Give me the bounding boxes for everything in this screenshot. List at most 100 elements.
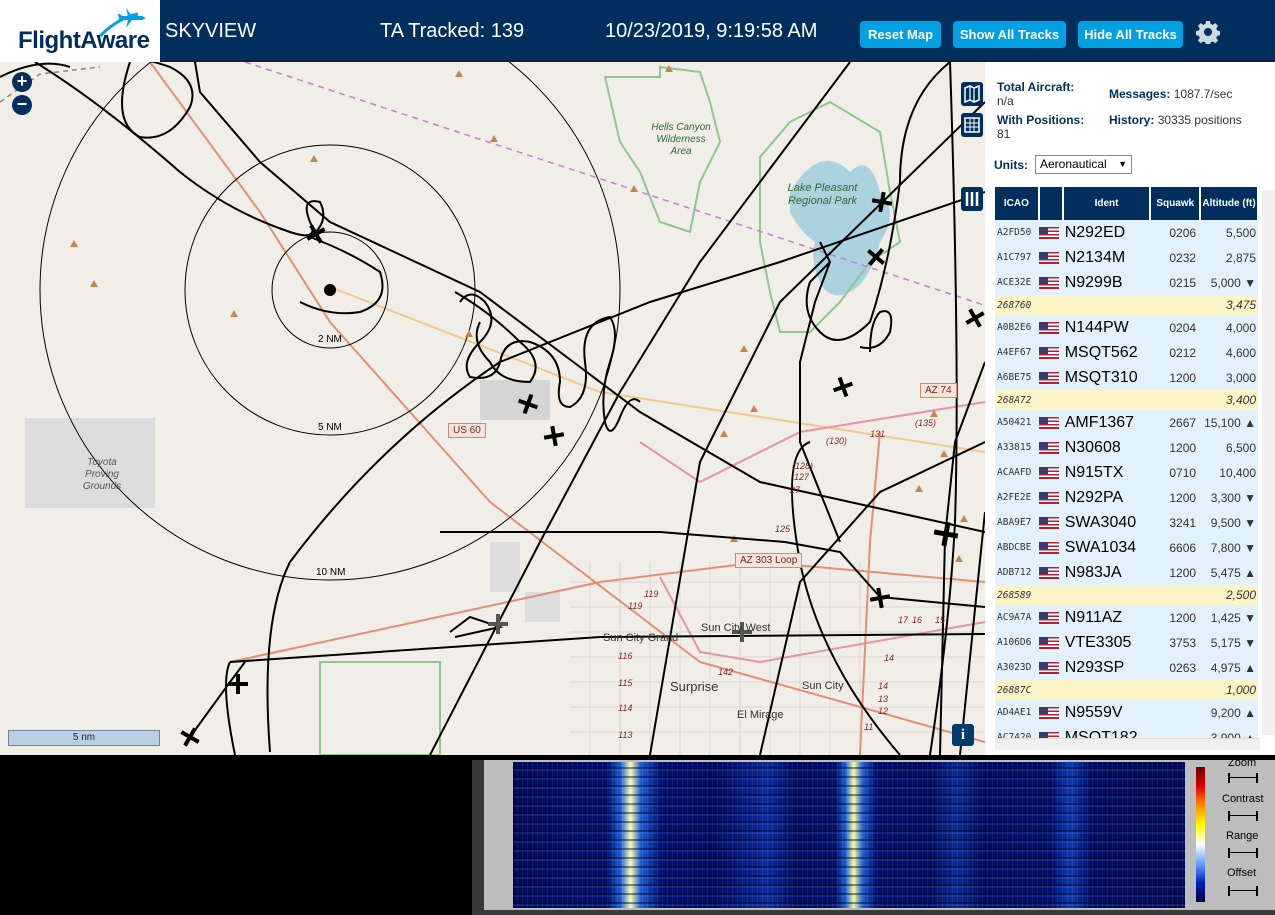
exit-number: 114: [618, 703, 633, 713]
reset-map-button[interactable]: Reset Map: [860, 21, 941, 48]
flag-cell: [1038, 270, 1063, 295]
ta-tracked-count: TA Tracked: 139: [380, 20, 525, 42]
altitude-cell: 7,800 ▼: [1200, 535, 1258, 560]
info-button[interactable]: i: [952, 724, 974, 746]
table-row[interactable]: ACAAFD N915TX 0710 10,400: [995, 460, 1258, 485]
squawk-cell: 0232: [1150, 245, 1201, 270]
table-row[interactable]: A50421 AMF1367 2667 15,100 ▲: [995, 410, 1258, 435]
history-value: 30335 positions: [1157, 113, 1242, 127]
table-row[interactable]: A0B2E6 N144PW 0204 4,000: [995, 315, 1258, 340]
squawk-cell: 1200: [1150, 435, 1201, 460]
table-row[interactable]: A3023D N293SP 0263 4,975 ▲: [995, 655, 1258, 680]
table-row[interactable]: ABA9E7 SWA3040 3241 9,500 ▼: [995, 510, 1258, 535]
icao-cell: 268760: [995, 295, 1039, 315]
table-row[interactable]: A6BE75 MSQT310 1200 3,000: [995, 365, 1258, 390]
hide-all-tracks-button[interactable]: Hide All Tracks: [1078, 21, 1183, 48]
icao-cell: A2FD50: [995, 220, 1039, 245]
zoom-in-button[interactable]: +: [12, 72, 32, 92]
flag-cell: [1038, 630, 1063, 655]
ident-cell: AMF1367: [1062, 410, 1151, 435]
flag-cell: [1038, 460, 1063, 485]
altitude-cell: 9,200 ▲: [1200, 700, 1258, 725]
map-canvas[interactable]: [0, 62, 985, 755]
table-row[interactable]: 268589 2,500: [995, 585, 1258, 605]
altitude-cell: 2,875: [1200, 245, 1258, 270]
squawk-cell: 0710: [1150, 460, 1201, 485]
surprise-label: Surprise: [670, 679, 719, 694]
col-flag[interactable]: [1038, 187, 1064, 220]
map-scale-bar: 5 nm: [8, 730, 160, 746]
exit-number: 142: [718, 667, 734, 677]
zoom-slider[interactable]: [1228, 773, 1258, 783]
with-positions-value: 81: [997, 127, 1011, 141]
squawk-cell: [1150, 680, 1201, 700]
range-slider[interactable]: [1228, 848, 1258, 858]
units-select[interactable]: Aeronautical: [1035, 155, 1132, 174]
col-icao[interactable]: ICAO: [995, 187, 1040, 220]
icao-cell: AC9A7A: [995, 605, 1039, 630]
ident-cell: N9299B: [1062, 270, 1151, 295]
history-label: History:: [1109, 113, 1155, 127]
ring-label-5nm: 5 NM: [318, 422, 342, 433]
horizontal-scrollbar[interactable]: [995, 738, 1260, 750]
table-row[interactable]: A2FD50 N292ED 0206 5,500: [995, 220, 1258, 245]
map-view[interactable]: 2 NM 5 NM 10 NM Hells Canyon Wilderness …: [0, 62, 985, 755]
table-row[interactable]: ADB712 N983JA 1200 5,475 ▲: [995, 560, 1258, 585]
ident-cell: [1062, 390, 1151, 410]
grid-icon[interactable]: [961, 113, 983, 137]
col-altitude[interactable]: Altitude (ft): [1200, 187, 1259, 220]
table-row[interactable]: 26887C 1,000: [995, 680, 1258, 700]
vertical-scrollbar[interactable]: [1262, 190, 1275, 735]
show-all-tracks-button[interactable]: Show All Tracks: [953, 21, 1066, 48]
table-row[interactable]: A106D6 VTE3305 3753 5,175 ▼: [995, 630, 1258, 655]
us60-shield: US 60: [448, 423, 486, 438]
gear-icon[interactable]: [1196, 20, 1220, 44]
col-ident[interactable]: Ident: [1062, 187, 1152, 220]
table-row[interactable]: A33815 N30608 1200 6,500: [995, 435, 1258, 460]
with-positions-label: With Positions:: [997, 113, 1085, 127]
ident-cell: N292ED: [1062, 220, 1151, 245]
icao-cell: A50421: [995, 410, 1039, 435]
top-header: FlightAware SKYVIEW TA Tracked: 139 10/2…: [0, 0, 1275, 62]
spectrum-area: Zoom Contrast Range Offset: [0, 755, 1275, 915]
zoom-out-button[interactable]: −: [12, 95, 32, 115]
table-row[interactable]: A2FE2E N292PA 1200 3,300 ▼: [995, 485, 1258, 510]
us-flag-icon: [1038, 226, 1059, 239]
table-row[interactable]: 268760 3,475: [995, 295, 1258, 315]
total-aircraft-label: Total Aircraft:: [997, 80, 1075, 94]
icao-cell: ACE32E: [995, 270, 1039, 295]
table-row[interactable]: A1C797 N2134M 0232 2,875: [995, 245, 1258, 270]
columns-icon[interactable]: [961, 187, 983, 211]
contrast-slider[interactable]: [1228, 811, 1258, 821]
with-positions-stat: With Positions: 81: [997, 113, 1084, 141]
us-flag-icon: [1038, 611, 1059, 624]
squawk-cell: 0215: [1150, 270, 1201, 295]
table-row[interactable]: ABDCBE SWA1034 6606 7,800 ▼: [995, 535, 1258, 560]
exit-number: 113: [618, 730, 633, 740]
icao-cell: A4EF67: [995, 340, 1039, 365]
altitude-cell: 4,600: [1200, 340, 1258, 365]
contrast-control-label: Contrast: [1222, 793, 1264, 805]
table-row[interactable]: 268A72 3,400: [995, 390, 1258, 410]
exit-number: 13: [878, 694, 889, 704]
map-layers-icon[interactable]: [961, 82, 983, 106]
table-row[interactable]: AC9A7A N911AZ 1200 1,425 ▼: [995, 605, 1258, 630]
flightaware-logo[interactable]: FlightAware: [0, 0, 160, 62]
history-stat: History: 30335 positions: [1109, 113, 1259, 127]
hells-canyon-label: Hells Canyon Wilderness Area: [651, 122, 711, 157]
col-squawk[interactable]: Squawk: [1150, 187, 1202, 220]
flag-cell: [1038, 605, 1063, 630]
flag-cell: [1038, 655, 1063, 680]
table-row[interactable]: AD4AE1 N9559V 9,200 ▲: [995, 700, 1258, 725]
icao-cell: ABA9E7: [995, 510, 1039, 535]
flag-cell: [1038, 245, 1063, 270]
offset-slider[interactable]: [1228, 886, 1258, 896]
flag-cell: [1038, 410, 1063, 435]
table-row[interactable]: A4EF67 MSQT562 0212 4,600: [995, 340, 1258, 365]
altitude-cell: 6,500: [1200, 435, 1258, 460]
exit-number: 12: [878, 706, 889, 716]
table-row[interactable]: ACE32E N9299B 0215 5,000 ▼: [995, 270, 1258, 295]
exit-number: 116: [618, 651, 633, 661]
ident-cell: SWA1034: [1062, 535, 1151, 560]
us-flag-icon: [1038, 706, 1059, 719]
